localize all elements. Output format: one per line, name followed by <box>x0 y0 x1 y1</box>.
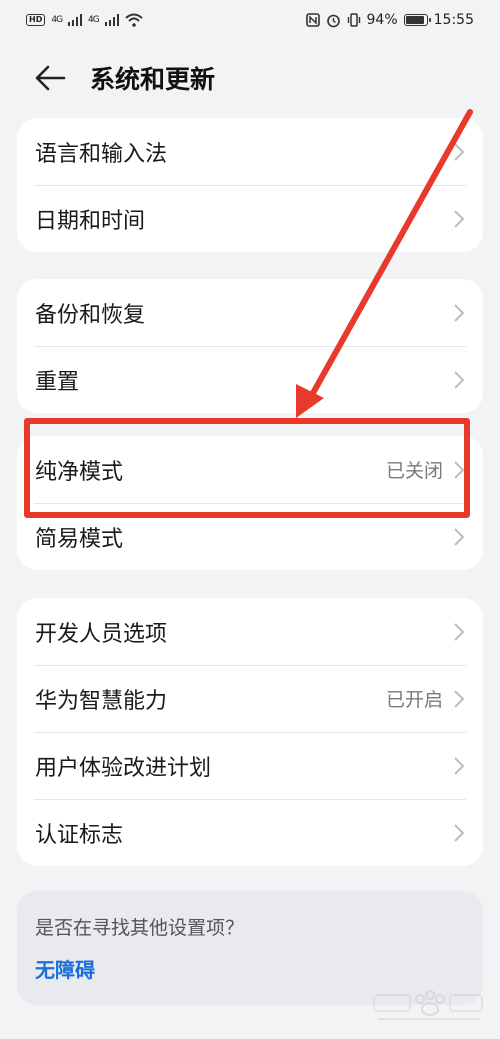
chevron-right-icon <box>454 756 465 775</box>
setting-certification[interactable]: 认证标志 <box>17 799 483 866</box>
battery-fill <box>405 16 425 24</box>
settings-group-3: 纯净模式 已关闭 简易模式 <box>17 436 483 570</box>
vibrate-icon <box>347 13 360 27</box>
setting-label: 用户体验改进计划 <box>35 755 212 781</box>
setting-pure-mode[interactable]: 纯净模式 已关闭 <box>17 436 483 503</box>
suggestion-question: 是否在寻找其他设置项？ <box>35 917 245 939</box>
chevron-right-icon <box>454 823 465 842</box>
setting-label: 开发人员选项 <box>35 621 168 647</box>
chevron-right-icon <box>454 142 465 161</box>
setting-date-time[interactable]: 日期和时间 <box>17 185 483 252</box>
chevron-right-icon <box>454 689 465 708</box>
setting-backup-restore[interactable]: 备份和恢复 <box>17 279 483 346</box>
settings-group-1: 语言和输入法 日期和时间 <box>17 118 483 252</box>
chevron-right-icon <box>454 622 465 641</box>
setting-label: 纯净模式 <box>35 459 124 485</box>
alarm-icon <box>326 14 340 27</box>
signal-1-label: 4G <box>51 15 63 25</box>
setting-label: 重置 <box>35 369 80 395</box>
battery-percent: 94% <box>366 12 398 28</box>
status-bar: HD 4G 4G 94% 15:55 <box>0 0 500 40</box>
page-title: 系统和更新 <box>90 65 216 94</box>
setting-label: 华为智慧能力 <box>35 688 168 714</box>
chevron-right-icon <box>454 370 465 389</box>
setting-label: 日期和时间 <box>35 208 146 234</box>
setting-value: 已关闭 <box>385 460 443 482</box>
setting-reset[interactable]: 重置 <box>17 346 483 413</box>
setting-value: 已开启 <box>385 689 443 711</box>
page-header: 系统和更新 <box>0 48 500 108</box>
status-left: HD 4G 4G <box>26 13 143 27</box>
signal-icon <box>68 14 83 26</box>
setting-simple-mode[interactable]: 简易模式 <box>17 503 483 570</box>
status-right: 94% 15:55 <box>305 12 474 28</box>
battery-icon <box>403 14 431 26</box>
chevron-right-icon <box>454 460 465 479</box>
setting-developer-options[interactable]: 开发人员选项 <box>17 598 483 665</box>
accessibility-link[interactable]: 无障碍 <box>35 954 95 983</box>
chevron-right-icon <box>454 527 465 546</box>
setting-label: 简易模式 <box>35 526 124 552</box>
arrow-left-icon[interactable] <box>34 64 66 92</box>
chevron-right-icon <box>454 209 465 228</box>
wifi-icon <box>125 13 143 27</box>
setting-language-input[interactable]: 语言和输入法 <box>17 118 483 185</box>
hd-badge: HD <box>26 14 46 26</box>
clock: 15:55 <box>433 12 474 28</box>
setting-label: 备份和恢复 <box>35 302 146 328</box>
watermark-logo <box>373 990 483 1020</box>
chevron-right-icon <box>454 303 465 322</box>
settings-group-4: 开发人员选项 华为智慧能力 已开启 用户体验改进计划 认证标志 <box>17 598 483 866</box>
setting-label: 语言和输入法 <box>35 141 168 167</box>
nfc-icon <box>305 13 320 27</box>
setting-label: 认证标志 <box>35 822 124 848</box>
setting-huawei-smart[interactable]: 华为智慧能力 已开启 <box>17 665 483 732</box>
signal-icon <box>104 14 119 26</box>
settings-group-2: 备份和恢复 重置 <box>17 279 483 413</box>
signal-2-label: 4G <box>88 15 100 25</box>
setting-user-experience[interactable]: 用户体验改进计划 <box>17 732 483 799</box>
